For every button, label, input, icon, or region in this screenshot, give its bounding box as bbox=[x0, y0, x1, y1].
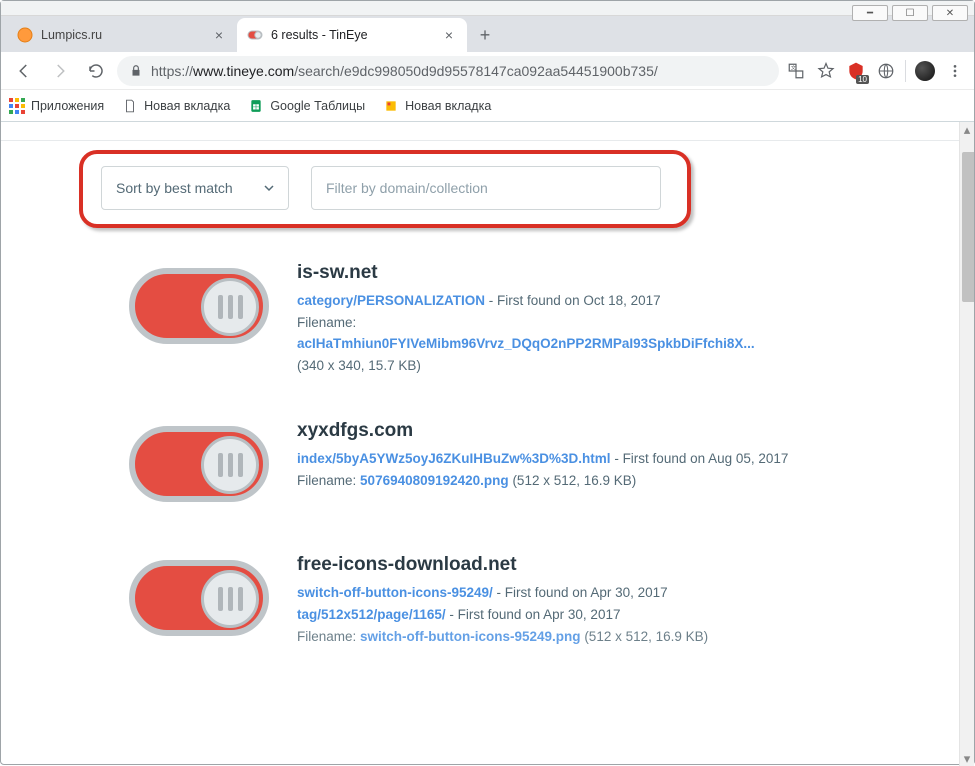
window-titlebar: ━ ☐ ✕ bbox=[1, 1, 974, 16]
result-first-found: First found on Apr 30, 2017 bbox=[505, 585, 668, 600]
bookmarks-bar: Приложения Новая вкладка Google Таблицы … bbox=[1, 90, 974, 122]
result-filename-link[interactable]: acIHaTmhiun0FYIVeMibm96Vrvz_DQqO2nPP2RMP… bbox=[297, 336, 755, 351]
filename-label: Filename: bbox=[297, 629, 356, 644]
scrollbar-thumb[interactable] bbox=[962, 152, 974, 302]
browser-tab-strip: Lumpics.ru × 6 results - TinEye × + bbox=[1, 16, 974, 52]
filter-input[interactable] bbox=[311, 166, 661, 210]
switch-icon bbox=[247, 27, 263, 43]
adblock-badge: 10 bbox=[856, 75, 869, 84]
vertical-scrollbar[interactable]: ▴ ▾ bbox=[959, 122, 974, 766]
star-icon[interactable] bbox=[815, 60, 837, 82]
scroll-up-arrow-icon[interactable]: ▴ bbox=[960, 122, 974, 137]
result-path-link-2[interactable]: tag/512x512/page/1165/ bbox=[297, 607, 446, 622]
result-path-link[interactable]: switch-off-button-icons-95249/ bbox=[297, 585, 493, 600]
reload-icon bbox=[87, 62, 105, 80]
bookmark-newtab-1[interactable]: Новая вкладка bbox=[122, 98, 230, 114]
result-path-link[interactable]: category/PERSONALIZATION bbox=[297, 293, 485, 308]
result-first-found: First found on Aug 05, 2017 bbox=[623, 451, 789, 466]
arrow-left-icon bbox=[15, 62, 33, 80]
adblock-icon[interactable]: 10 bbox=[845, 60, 867, 82]
omnibox[interactable]: https://www.tineye.com/search/e9dc998050… bbox=[117, 56, 779, 86]
tab-tineye[interactable]: 6 results - TinEye × bbox=[237, 18, 467, 52]
url-path: /search/e9dc998050d9d95578147ca092aa5445… bbox=[294, 63, 658, 79]
bookmark-label: Приложения bbox=[31, 99, 104, 113]
bookmark-label: Новая вкладка bbox=[144, 99, 230, 113]
bookmark-label: Google Таблицы bbox=[270, 99, 365, 113]
result-item: xyxdfgs.com index/5byA5YWz5oyJ6ZKuIHBuZw… bbox=[1, 402, 959, 536]
avatar[interactable] bbox=[914, 60, 936, 82]
result-thumbnail[interactable] bbox=[129, 554, 269, 644]
close-icon[interactable]: × bbox=[211, 27, 227, 43]
nav-reload-button[interactable] bbox=[81, 56, 111, 86]
browser-menu-button[interactable] bbox=[944, 60, 966, 82]
window-maximize-button[interactable]: ☐ bbox=[892, 5, 928, 21]
result-filename-link[interactable]: 5076940809192420.png bbox=[360, 473, 509, 488]
translate-icon[interactable]: 文 bbox=[785, 60, 807, 82]
result-domain: is-sw.net bbox=[297, 262, 919, 284]
window-close-button[interactable]: ✕ bbox=[932, 5, 968, 21]
result-item: free-icons-download.net switch-off-butto… bbox=[1, 536, 959, 651]
filename-label: Filename: bbox=[297, 315, 356, 330]
result-first-found-2: First found on Apr 30, 2017 bbox=[458, 607, 621, 622]
result-item: is-sw.net category/PERSONALIZATION - Fir… bbox=[1, 244, 959, 402]
result-path-link[interactable]: index/5byA5YWz5oyJ6ZKuIHBuZw%3D%3D.html bbox=[297, 451, 611, 466]
result-first-found: First found on Oct 18, 2017 bbox=[497, 293, 661, 308]
bookmark-sheets[interactable]: Google Таблицы bbox=[248, 98, 365, 114]
arrow-right-icon bbox=[51, 62, 69, 80]
bookmark-newtab-2[interactable]: Новая вкладка bbox=[383, 98, 491, 114]
browser-toolbar: https://www.tineye.com/search/e9dc998050… bbox=[1, 52, 974, 90]
apps-icon bbox=[9, 98, 25, 114]
page-icon bbox=[122, 98, 138, 114]
result-dimensions: (512 x 512, 16.9 KB) bbox=[512, 473, 636, 488]
result-thumbnail[interactable] bbox=[129, 262, 269, 352]
tab-label: Lumpics.ru bbox=[41, 28, 211, 42]
page-yellow-icon bbox=[383, 98, 399, 114]
new-tab-button[interactable]: + bbox=[471, 21, 499, 49]
result-filename-link[interactable]: switch-off-button-icons-95249.png bbox=[360, 629, 581, 644]
tab-label: 6 results - TinEye bbox=[271, 28, 441, 42]
result-thumbnail[interactable] bbox=[129, 420, 269, 510]
nav-forward-button[interactable] bbox=[45, 56, 75, 86]
orange-circle-icon bbox=[17, 27, 33, 43]
bookmark-apps[interactable]: Приложения bbox=[9, 98, 104, 114]
result-dimensions: (340 x 340, 15.7 KB) bbox=[297, 358, 421, 373]
toggle-switch-icon bbox=[129, 426, 269, 502]
url-scheme: https:// bbox=[151, 63, 193, 79]
url-host: www.tineye.com bbox=[193, 63, 294, 79]
nav-back-button[interactable] bbox=[9, 56, 39, 86]
url-text: https://www.tineye.com/search/e9dc998050… bbox=[151, 63, 767, 79]
result-domain: xyxdfgs.com bbox=[297, 420, 919, 442]
filename-label: Filename: bbox=[297, 473, 356, 488]
sort-dropdown[interactable]: Sort by best match bbox=[101, 166, 289, 210]
result-domain: free-icons-download.net bbox=[297, 554, 919, 576]
lock-icon bbox=[129, 64, 143, 78]
result-dimensions: (512 x 512, 16.9 KB) bbox=[584, 629, 708, 644]
toggle-switch-icon bbox=[129, 560, 269, 636]
scroll-down-arrow-icon[interactable]: ▾ bbox=[960, 751, 974, 766]
caret-down-icon bbox=[264, 183, 274, 193]
sort-label: Sort by best match bbox=[116, 180, 233, 196]
globe-icon[interactable] bbox=[875, 60, 897, 82]
tab-lumpics[interactable]: Lumpics.ru × bbox=[7, 18, 237, 52]
window-minimize-button[interactable]: ━ bbox=[852, 5, 888, 21]
bookmark-label: Новая вкладка bbox=[405, 99, 491, 113]
sheets-icon bbox=[248, 98, 264, 114]
kebab-icon bbox=[947, 63, 963, 79]
toggle-switch-icon bbox=[129, 268, 269, 344]
close-icon[interactable]: × bbox=[441, 27, 457, 43]
page-content: Sort by best match is-sw.net category/PE… bbox=[1, 122, 974, 766]
